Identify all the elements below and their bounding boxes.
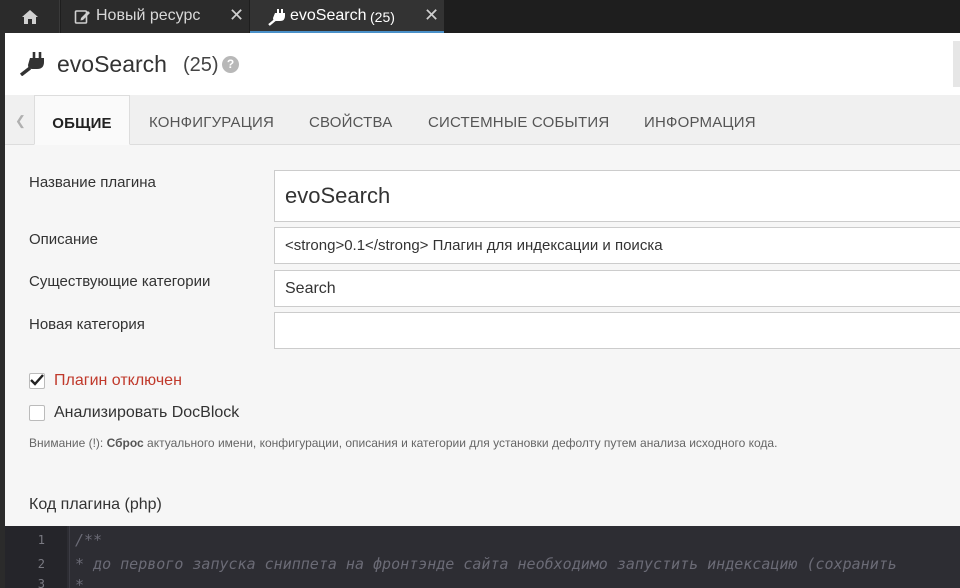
page-title-count: (25) xyxy=(183,54,219,76)
top-tab-bar: Новый ресурс ✕ evoSearch (25) ✕ xyxy=(0,0,960,33)
gutter-divider xyxy=(69,526,70,588)
plugin-name-label: Название плагина xyxy=(29,174,156,191)
tab-label: СВОЙСТВА xyxy=(309,114,393,131)
plugin-disabled-label[interactable]: Плагин отключен xyxy=(54,372,182,390)
tab-information[interactable]: ИНФОРМАЦИЯ xyxy=(644,95,756,145)
line-number: 3 xyxy=(37,577,45,588)
scrollbar[interactable] xyxy=(953,41,960,87)
close-icon[interactable]: ✕ xyxy=(424,5,439,26)
tab-label: КОНФИГУРАЦИЯ xyxy=(149,114,275,131)
code-line: /** xyxy=(75,531,103,549)
new-category-label: Новая категория xyxy=(29,316,145,333)
plugin-disabled-checkbox[interactable] xyxy=(29,373,45,389)
plug-icon xyxy=(268,9,285,26)
code-label: Код плагина (php) xyxy=(29,496,162,513)
plug-icon xyxy=(19,52,44,76)
new-category-input[interactable] xyxy=(274,312,960,349)
code-line: * xyxy=(75,576,85,588)
description-input[interactable]: <strong>0.1</strong> Плагин для индексац… xyxy=(274,227,960,264)
main-panel: evoSearch (25) ? ❮ ОБЩИЕ КОНФИГУРАЦИЯ СВ… xyxy=(5,33,960,588)
note-bold: Сброс xyxy=(106,436,144,450)
edit-icon xyxy=(74,10,90,24)
note-rest: актуального имени, конфигурации, описани… xyxy=(143,436,778,450)
code-line: * до первого запуска сниппета на фронтэн… xyxy=(75,555,897,573)
reset-note: Внимание (!): Сброс актуального имени, к… xyxy=(29,436,777,450)
tab-label: evoSearch xyxy=(290,7,367,24)
home-tab[interactable] xyxy=(0,0,60,33)
existing-category-select[interactable]: Search xyxy=(274,270,960,307)
note-prefix: Внимание (!): xyxy=(29,436,107,450)
chevron-left-icon[interactable]: ❮ xyxy=(15,113,26,129)
tab-evosearch[interactable]: evoSearch (25) ✕ xyxy=(250,0,444,33)
plugin-name-input[interactable]: evoSearch xyxy=(274,170,960,222)
tab-label: ИНФОРМАЦИЯ xyxy=(644,114,756,131)
line-gutter: 1 2 3 xyxy=(5,526,67,588)
description-label: Описание xyxy=(29,231,99,248)
line-number: 2 xyxy=(37,557,45,571)
tab-properties[interactable]: СВОЙСТВА xyxy=(309,95,392,145)
help-icon[interactable]: ? xyxy=(222,56,239,73)
tab-count: (25) xyxy=(370,9,395,25)
tab-configuration[interactable]: КОНФИГУРАЦИЯ xyxy=(149,95,274,145)
check-icon xyxy=(30,374,44,386)
page-title: evoSearch xyxy=(57,51,167,77)
tab-new-resource[interactable]: Новый ресурс ✕ xyxy=(61,0,249,33)
tab-system-events[interactable]: СИСТЕМНЫЕ СОБЫТИЯ xyxy=(428,95,609,145)
existing-category-label: Существующие категории xyxy=(29,273,211,290)
docblock-label[interactable]: Анализировать DocBlock xyxy=(54,404,239,422)
code-editor[interactable]: 1 2 3 /** * до первого запуска сниппета … xyxy=(5,526,960,588)
line-number: 1 xyxy=(37,533,45,547)
tab-label: ОБЩИЕ xyxy=(52,115,112,132)
close-icon[interactable]: ✕ xyxy=(229,5,244,26)
docblock-checkbox[interactable] xyxy=(29,405,45,421)
section-tabs: ❮ ОБЩИЕ КОНФИГУРАЦИЯ СВОЙСТВА СИСТЕМНЫЕ … xyxy=(5,95,960,145)
tab-label: СИСТЕМНЫЕ СОБЫТИЯ xyxy=(428,114,610,131)
home-icon xyxy=(21,9,38,24)
page-header: evoSearch (25) ? xyxy=(5,33,960,95)
tab-label: Новый ресурс xyxy=(96,7,201,24)
tab-general[interactable]: ОБЩИЕ xyxy=(34,95,130,145)
